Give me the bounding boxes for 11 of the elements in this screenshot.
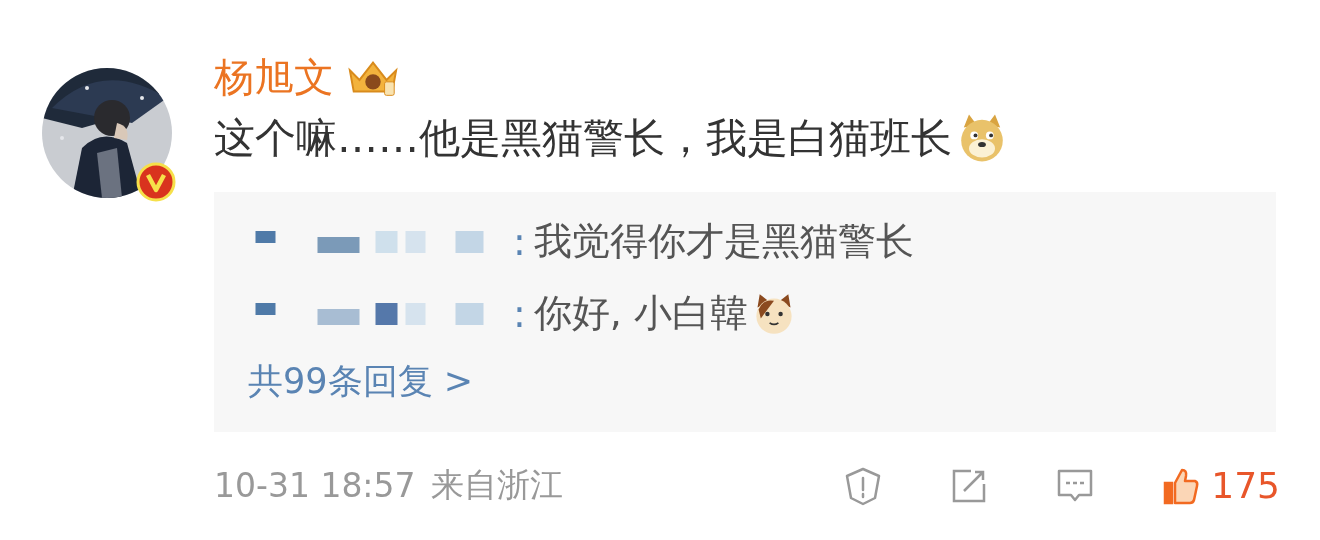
comment-text: 这个嘛……他是黑猫警长，我是白猫班长: [214, 113, 952, 164]
post-time: 10-31 18:57: [214, 466, 416, 506]
reply-separator: :: [513, 291, 526, 336]
verified-badge-icon: [136, 162, 176, 202]
more-replies-link[interactable]: 共99条回复 >: [248, 349, 473, 414]
reply-separator: :: [513, 219, 526, 264]
like-count: 175: [1211, 465, 1280, 507]
author-name[interactable]: 杨旭文: [214, 50, 334, 105]
reply-text: 我觉得你才是黑猫警长: [533, 218, 914, 266]
reply-text: 你好, 小白韓: [533, 290, 748, 338]
post-location: 来自浙江: [431, 464, 564, 507]
